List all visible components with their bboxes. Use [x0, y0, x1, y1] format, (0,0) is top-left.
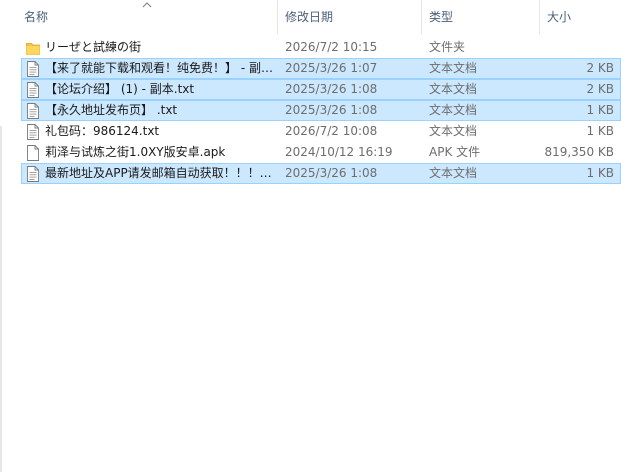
file-row[interactable]: 【来了就能下载和观看！纯免费！】 - 副… 2025/3/26 1:07 文本文档 2…: [21, 58, 621, 79]
file-type: 文本文档: [429, 166, 478, 180]
file-row[interactable]: 莉泽与试炼之街1.0XY版安卓.apk 2024/10/12 16:19 APK 文…: [21, 142, 621, 163]
file-modified-date: 2025/3/26 1:07: [285, 61, 378, 75]
file-type: 文本文档: [429, 103, 478, 117]
file-modified-date: 2026/7/2 10:08: [285, 124, 378, 138]
file-row[interactable]: 最新地址及APP请发邮箱自动获取！！！… 2025/3/26 1:08 文本文档 1 …: [21, 163, 621, 184]
file-modified-date: 2026/7/2 10:15: [285, 40, 378, 54]
file-modified-date: 2025/3/26 1:08: [285, 103, 378, 117]
column-header-date[interactable]: 修改日期: [278, 0, 421, 34]
file-modified-date: 2025/3/26 1:08: [285, 82, 378, 96]
file-size: 819,350 KB: [544, 145, 614, 159]
file-size: 1 KB: [586, 124, 614, 138]
file-name: 【永久地址发布页】 .txt: [45, 103, 178, 117]
file-size: 1 KB: [586, 166, 614, 180]
file-type: 文件夹: [429, 40, 466, 54]
text-file-icon: [26, 61, 40, 77]
file-size: 1 KB: [586, 103, 614, 117]
folder-icon: [26, 40, 40, 56]
file-name: 莉泽与试炼之街1.0XY版安卓.apk: [45, 145, 226, 159]
file-row[interactable]: 礼包码：986124.txt 2026/7/2 10:08 文本文档 1 KB: [21, 121, 621, 142]
column-header-type-label: 类型: [429, 10, 454, 24]
file-modified-date: 2024/10/12 16:19: [285, 145, 393, 159]
column-header-size[interactable]: 大小: [540, 0, 621, 34]
column-header-name-label: 名称: [24, 10, 49, 24]
file-type: 文本文档: [429, 82, 478, 96]
file-list: リーぜと試練の街 2026/7/2 10:15 文件夹【来了就能下载和观看！纯免费！…: [0, 37, 621, 184]
column-header-date-label: 修改日期: [285, 10, 334, 24]
text-file-icon: [26, 103, 40, 119]
file-modified-date: 2025/3/26 1:08: [285, 166, 378, 180]
file-type: 文本文档: [429, 61, 478, 75]
file-name: 【论坛介绍】 (1) - 副本.txt: [45, 82, 195, 96]
file-size: 2 KB: [586, 61, 614, 75]
column-header-bar: 名称 修改日期 类型 大小: [0, 0, 621, 34]
file-name: 最新地址及APP请发邮箱自动获取！！！…: [45, 166, 272, 180]
file-type: 文本文档: [429, 124, 478, 138]
column-header-type[interactable]: 类型: [422, 0, 539, 34]
file-name: リーぜと試練の街: [45, 40, 142, 54]
text-file-icon: [26, 124, 40, 140]
file-size: 2 KB: [586, 82, 614, 96]
text-file-icon: [26, 166, 40, 182]
file-type: APK 文件: [429, 145, 481, 159]
column-header-size-label: 大小: [547, 10, 572, 24]
file-size: [542, 38, 614, 57]
file-icon: [26, 145, 40, 161]
text-file-icon: [26, 82, 40, 98]
file-row[interactable]: 【论坛介绍】 (1) - 副本.txt 2025/3/26 1:08 文本文档 2 K…: [21, 79, 621, 100]
file-name: 礼包码：986124.txt: [45, 124, 160, 138]
file-row[interactable]: 【永久地址发布页】 .txt 2025/3/26 1:08 文本文档 1 KB: [21, 100, 621, 121]
file-row[interactable]: リーぜと試練の街 2026/7/2 10:15 文件夹: [21, 37, 621, 58]
sort-ascending-icon: [142, 2, 152, 8]
file-name: 【来了就能下载和观看！纯免费！】 - 副…: [45, 61, 273, 75]
